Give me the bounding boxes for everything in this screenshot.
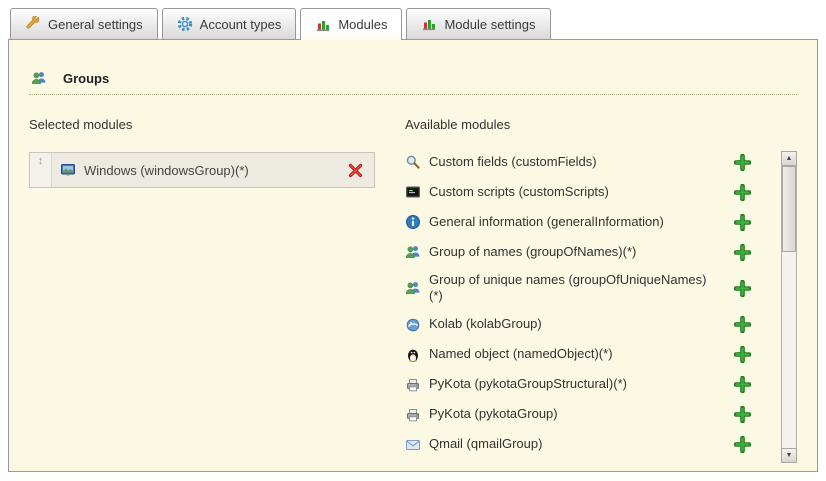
tab-label: Module settings [444,17,535,32]
account-types-icon [177,16,193,32]
module-label: Named object (namedObject)(*) [429,346,613,362]
module-label: Group of names (groupOfNames)(*) [429,244,636,260]
available-module-row: Kolab (kolabGroup) [405,315,751,335]
group-icon [405,244,421,260]
selected-modules-column: Selected modules ↕ Windows (windowsGroup… [29,111,375,465]
tab-general-settings[interactable]: General settings [10,8,158,39]
available-module-row: Custom fields (customFields) [405,152,751,172]
drag-handle-icon[interactable]: ↕ [30,153,52,187]
module-label: Qmail (qmailGroup) [429,436,542,452]
tab-label: Modules [338,17,387,32]
envelope-icon [405,437,421,453]
add-module-button[interactable] [734,154,751,171]
scroll-down-button[interactable]: ▼ [781,448,797,463]
module-label: Kolab (kolabGroup) [429,316,542,332]
magnifier-icon [405,154,421,170]
add-module-button[interactable] [734,184,751,201]
available-module-row: Named object (namedObject)(*) [405,345,751,365]
module-label: PyKota (pykotaGroupStructural)(*) [429,376,627,392]
terminal-icon [405,184,421,200]
groups-icon [31,70,47,86]
module-label: Custom fields (customFields) [429,154,597,170]
available-module-row: General information (generalInformation) [405,212,751,232]
available-module-row: PyKota (pykotaGroup) [405,405,751,425]
tab-bar: General settings Account types Modules M… [0,0,826,39]
scrollbar[interactable]: ▲ ▼ [781,151,797,463]
available-module-row: Custom scripts (customScripts) [405,182,751,202]
add-module-button[interactable] [734,436,751,453]
scroll-up-button[interactable]: ▲ [781,151,797,166]
module-label: Custom scripts (customScripts) [429,184,609,200]
modules-chart-icon [315,17,331,33]
scrollbar-thumb[interactable] [782,166,796,252]
add-module-button[interactable] [734,376,751,393]
available-module-row: Qmail (qmailGroup) [405,435,751,455]
printer-icon [405,407,421,423]
add-module-button[interactable] [734,316,751,333]
module-label: General information (generalInformation) [429,214,664,230]
tab-label: Account types [200,17,282,32]
wrench-icon [25,16,41,32]
available-module-row: Group of unique names (groupOfUniqueName… [405,272,751,305]
windows-module-icon [60,162,76,178]
available-modules-heading: Available modules [405,117,751,132]
tab-label: General settings [48,17,143,32]
tab-modules[interactable]: Modules [300,8,402,40]
tux-icon [405,347,421,363]
section-header: Groups [29,40,797,95]
module-label: PyKota (pykotaGroup) [429,406,558,422]
add-module-button[interactable] [734,280,751,297]
module-columns: Selected modules ↕ Windows (windowsGroup… [29,111,797,465]
add-module-button[interactable] [734,406,751,423]
available-module-row: PyKota (pykotaGroupStructural)(*) [405,375,751,395]
content-panel: Groups Selected modules ↕ Windows (windo… [8,39,818,472]
available-modules-column: Available modules Custom fields (customF… [405,111,797,465]
remove-module-button[interactable] [347,162,364,179]
kolab-icon [405,317,421,333]
module-label: Group of unique names (groupOfUniqueName… [429,272,711,305]
module-settings-chart-icon [421,16,437,32]
add-module-button[interactable] [734,244,751,261]
printer-icon [405,377,421,393]
selected-module-row[interactable]: ↕ Windows (windowsGroup)(*) [29,152,375,188]
selected-module-label: Windows (windowsGroup)(*) [84,163,347,178]
selected-modules-heading: Selected modules [29,117,375,132]
add-module-button[interactable] [734,346,751,363]
info-icon [405,214,421,230]
tab-module-settings[interactable]: Module settings [406,8,550,39]
available-module-row: Group of names (groupOfNames)(*) [405,242,751,262]
group-icon [405,280,421,296]
section-title: Groups [63,71,109,86]
add-module-button[interactable] [734,214,751,231]
tab-account-types[interactable]: Account types [162,8,297,39]
